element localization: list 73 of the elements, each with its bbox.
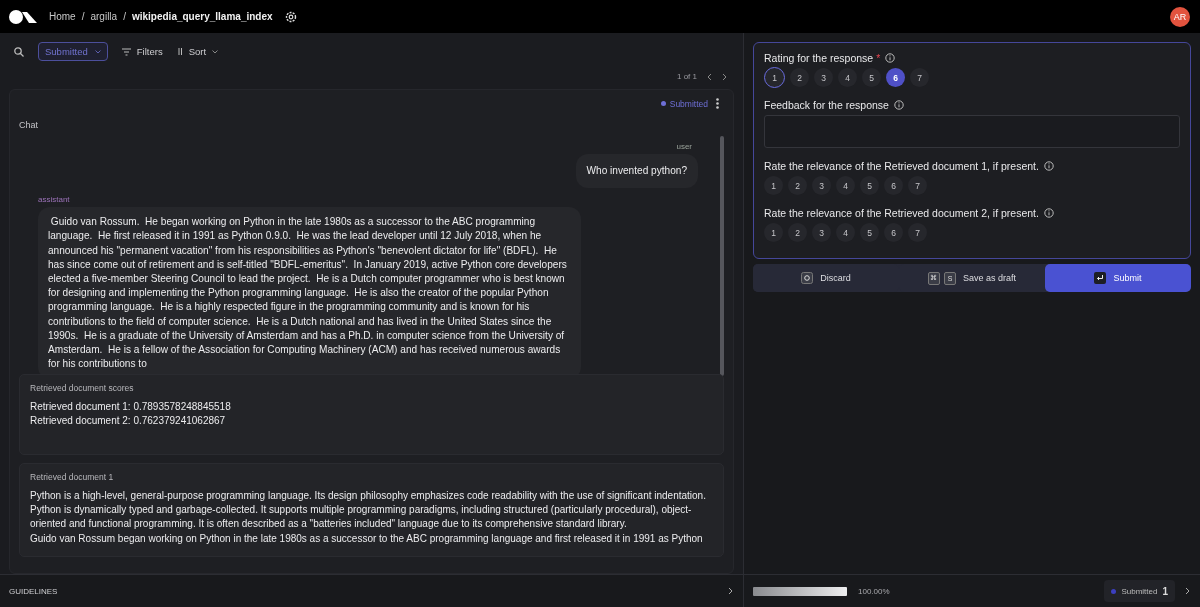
page-counter: 1 of 1 [677,72,697,82]
rating-option[interactable]: 3 [814,68,833,87]
rating-option[interactable]: 4 [838,68,857,87]
settings-icon [284,10,297,23]
role-label: assistant [38,195,70,205]
info-icon [885,53,896,63]
enter-key-icon [1094,272,1107,284]
field-text: Guido van Rossum began working on Python in the late 1980s as a successor to the ABC programming language and first released it in 1991 as Python [30,531,704,546]
rating-option[interactable]: 1 [764,176,783,195]
more-icon [716,98,719,110]
role-label: user [676,141,692,151]
rating-option[interactable]: 2 [788,223,807,242]
chevron-right-icon [1185,587,1190,595]
rating-option[interactable]: 2 [788,176,807,195]
message-bubble: Who invented python? [575,153,698,189]
field-text: Python is dynamically typed and garbage-collected. It supports multiple programming paradigms, including structured (particularly procedural), object-oriented and functional programming. It is often described as a "batteries included" language due to its comprehensive standard library. [30,503,693,532]
field-title: Retrieved document 1 [30,471,115,482]
search-icon [14,46,24,57]
logo-icon [9,9,37,24]
rating-option[interactable]: 3 [812,176,831,195]
rating-option[interactable]: 3 [812,223,831,242]
field-text: Retrieved document 1: 0.7893578248845518 [30,399,232,414]
filter-icon [121,47,131,56]
rating-option[interactable]: 4 [836,223,855,242]
rating-option[interactable]: 7 [908,223,927,242]
rating-option[interactable]: 7 [908,176,927,195]
rating-option[interactable]: 2 [790,68,809,87]
field-title: Chat [18,118,39,132]
info-icon [893,100,904,110]
rating-option[interactable]: 6 [886,68,905,87]
required-mark: * [876,52,881,64]
rating-option[interactable]: 5 [860,223,879,242]
status-dot-icon [1111,588,1117,594]
question-title: Feedback for the response [764,99,889,111]
question-title: Rate the relevance of the Retrieved document 1, if present. [764,160,1039,172]
status-counter: Submitted 1 [1104,580,1175,602]
sort-button[interactable]: Sort [176,46,219,58]
chevron-right-icon [728,587,733,596]
question-title: Rate the relevance of the Retrieved document 2, if present. [764,207,1039,219]
field-text: Retrieved document 2: 0.762379241062867 [30,414,227,429]
status-label: Submitted [660,98,708,109]
breadcrumb-link[interactable]: argilla [90,11,118,22]
feedback-field[interactable] [764,115,1180,148]
filters-button[interactable]: Filters [121,46,163,58]
previous-icon [707,72,712,81]
info-icon [1043,161,1054,171]
submit-button[interactable]: Submit [1045,264,1191,292]
field-title: Retrieved document scores [30,382,135,393]
rating-option[interactable]: 5 [862,68,881,87]
status-dot-icon [660,101,666,107]
scrollbar-thumb[interactable] [720,135,724,376]
rating-option[interactable]: 1 [764,223,783,242]
rating-option[interactable]: 4 [836,176,855,195]
rating-option[interactable]: 7 [910,68,929,87]
rating-option[interactable]: 1 [764,67,785,88]
breadcrumb-separator: / [81,11,85,22]
rating-option[interactable]: 6 [884,176,903,195]
field-text: Python is a high-level, general-purpose programming language. Its design philosophy emphasizes code readability with the use of significant indentation. [30,488,707,503]
rating-option[interactable]: 5 [860,176,879,195]
progress-percentage: 100.00% [858,586,890,596]
user-avatar[interactable]: AR [1170,6,1190,27]
guidelines-bar[interactable]: GUIDELINES [0,574,743,607]
key-icon [801,272,814,284]
status-filter-dropdown[interactable]: Submitted [38,42,108,62]
breadcrumb-link[interactable]: wikipedia_query_llama_index [131,11,273,22]
rating-option[interactable]: 6 [884,223,903,242]
info-icon [1043,208,1054,218]
next-icon [722,72,727,81]
breadcrumb-link[interactable]: Home [49,11,76,22]
question-title: Rating for the response [764,52,874,64]
breadcrumb-separator: / [123,11,126,22]
caret-icon [212,49,219,54]
caret-icon [94,49,101,54]
